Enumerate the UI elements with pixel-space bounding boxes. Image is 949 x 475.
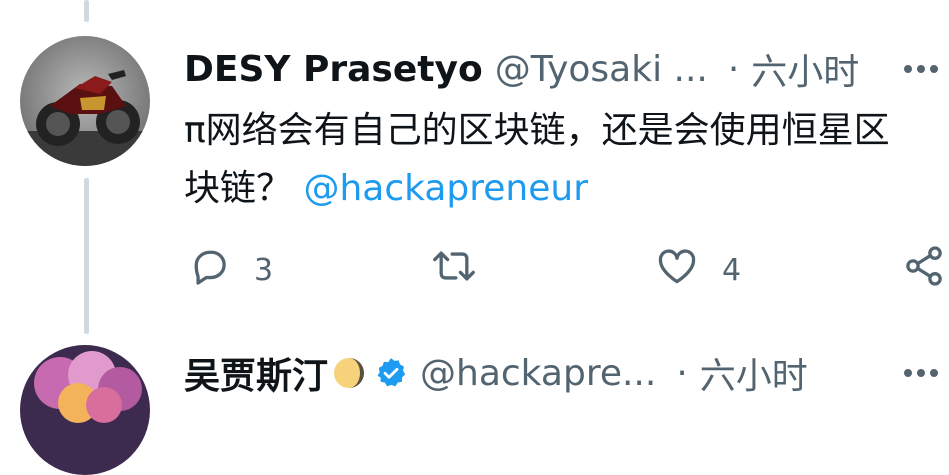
timestamp[interactable]: 六小时 [751,43,859,95]
tweet-actions: 3 4 [184,242,949,298]
reply-count: 3 [254,252,274,288]
user-handle[interactable]: @Tyosaki ... [495,49,708,90]
tweet-header: DESY Prasetyo @Tyosaki ... · 六小时 [184,44,949,94]
display-name[interactable]: 吴贾斯汀 [184,347,328,399]
reply-tweet[interactable]: DESY Prasetyo @Tyosaki ... · 六小时 π网络会有自己… [0,36,949,336]
avatar[interactable] [20,36,150,166]
heart-icon [654,244,700,296]
tweet-text: π网络会有自己的区块链，还是会使用恒星区块链？ @hackapreneur [184,102,924,218]
mention-link[interactable]: @hackapreneur [303,168,588,209]
tweet-header: 吴贾斯汀 @hackapre... · 六小时 [184,348,949,398]
more-options-icon[interactable] [903,44,939,94]
user-handle[interactable]: @hackapre... [420,353,656,394]
share-icon [902,244,946,296]
retweet-icon [430,244,478,296]
retweet-button[interactable] [430,242,478,298]
like-button[interactable]: 4 [654,242,741,298]
avatar[interactable] [20,345,150,475]
reply-icon [188,244,232,296]
moon-emoji-icon [332,356,366,390]
separator-dot: · [676,352,688,394]
reply-tweet[interactable]: 吴贾斯汀 @hackapre... · 六小时 [0,345,949,475]
display-name[interactable]: DESY Prasetyo [184,49,483,90]
share-button[interactable] [902,242,946,298]
verified-badge-icon [374,356,408,390]
thread-connector-line [84,0,89,22]
reply-button[interactable]: 3 [188,242,273,298]
timestamp[interactable]: 六小时 [700,347,808,399]
separator-dot: · [727,48,740,90]
more-options-icon[interactable] [903,348,939,398]
like-count: 4 [722,252,742,288]
